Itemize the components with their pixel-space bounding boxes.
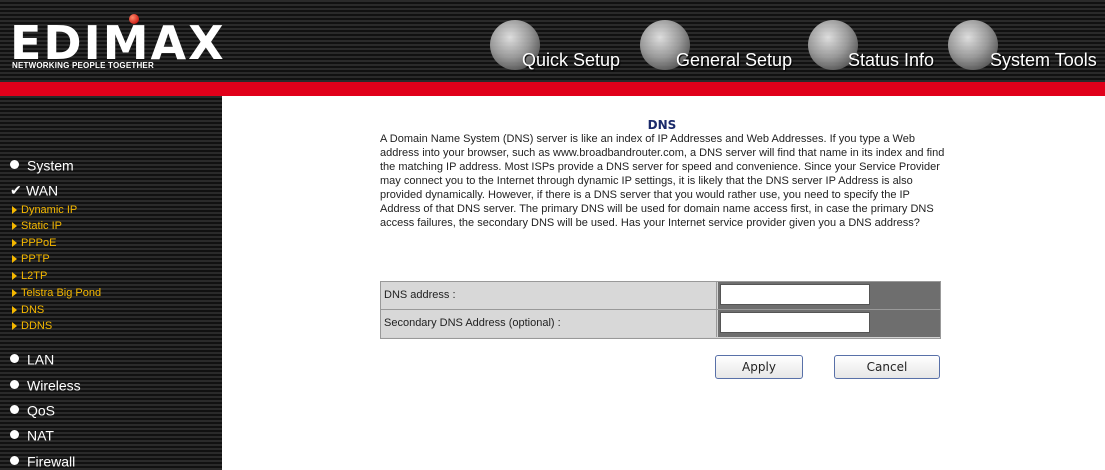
- logo-text: EDIMAX: [10, 16, 226, 70]
- nav-status-info[interactable]: Status Info: [808, 20, 948, 74]
- submenu-item-label: DNS: [21, 304, 45, 316]
- page-description: A Domain Name System (DNS) server is lik…: [380, 133, 945, 229]
- dns-settings-table: DNS address : Secondary DNS Address (opt…: [380, 281, 941, 339]
- arrow-right-icon: [12, 289, 17, 298]
- logo-dot-icon: [129, 14, 139, 24]
- sidebar: System ✔ WAN Dynamic IP Static IP PPPoE P…: [0, 96, 222, 470]
- secondary-dns-cell: [718, 310, 940, 337]
- arrow-right-icon: [12, 306, 17, 315]
- arrow-right-icon: [12, 322, 17, 331]
- arrow-right-icon: [12, 222, 17, 231]
- nav-general-setup[interactable]: General Setup: [640, 20, 810, 74]
- submenu-item-label: Telstra Big Pond: [21, 287, 102, 299]
- sidebar-item-qos[interactable]: QoS: [10, 401, 55, 418]
- sidebar-item-lan[interactable]: LAN: [10, 350, 54, 367]
- secondary-dns-input[interactable]: [720, 312, 870, 333]
- header-bar: EDIMAX NETWORKING PEOPLE TOGETHER Quick …: [0, 0, 1105, 82]
- dns-address-input[interactable]: [720, 284, 870, 305]
- sidebar-item-system[interactable]: System: [10, 156, 74, 173]
- nav-system-tools[interactable]: System Tools: [948, 20, 1105, 74]
- submenu-item-label: Static IP: [21, 220, 62, 232]
- submenu-item-label: DDNS: [21, 320, 53, 332]
- sidebar-item-label: Firewall: [27, 453, 76, 470]
- page-title: DNS: [647, 118, 677, 132]
- table-row: Secondary DNS Address (optional) :: [381, 310, 940, 337]
- submenu-item-label: Dynamic IP: [21, 204, 78, 216]
- top-nav: Quick Setup General Setup Status Info Sy…: [490, 20, 1105, 74]
- nav-status-info-label: Status Info: [848, 50, 935, 70]
- sidebar-item-label: Wireless: [27, 377, 81, 394]
- nav-quick-setup[interactable]: Quick Setup: [490, 20, 630, 74]
- submenu-item-static-ip[interactable]: Static IP: [12, 220, 62, 232]
- submenu-item-l2tp[interactable]: L2TP: [12, 270, 47, 282]
- sidebar-item-firewall[interactable]: Firewall: [10, 452, 75, 469]
- submenu-item-pptp[interactable]: PPTP: [12, 253, 50, 265]
- cancel-button[interactable]: Cancel: [834, 355, 940, 379]
- arrow-right-icon: [12, 272, 17, 281]
- sidebar-item-label: QoS: [27, 402, 56, 419]
- sidebar-item-label: WAN: [26, 182, 59, 199]
- logo-tagline: NETWORKING PEOPLE TOGETHER: [12, 61, 154, 70]
- bullet-icon: [10, 455, 19, 465]
- submenu-item-pppoe[interactable]: PPPoE: [12, 237, 56, 249]
- dns-address-cell: [718, 282, 940, 309]
- nav-general-setup-label: General Setup: [676, 50, 793, 70]
- bullet-icon: [10, 353, 19, 363]
- submenu-item-label: PPPoE: [21, 237, 57, 249]
- bullet-icon: [10, 429, 19, 439]
- table-row: DNS address :: [381, 282, 940, 310]
- checkmark-icon: ✔: [10, 181, 22, 198]
- submenu-item-ddns[interactable]: DDNS: [12, 320, 52, 332]
- main-content: DNS A Domain Name System (DNS) server is…: [222, 96, 1105, 470]
- submenu-item-dns[interactable]: DNS: [12, 304, 44, 316]
- sidebar-item-label: System: [27, 157, 74, 174]
- sidebar-item-nat[interactable]: NAT: [10, 426, 54, 443]
- bullet-icon: [10, 159, 19, 169]
- sidebar-item-label: NAT: [27, 427, 54, 444]
- arrow-right-icon: [12, 239, 17, 248]
- bullet-icon: [10, 379, 19, 389]
- apply-button[interactable]: Apply: [715, 355, 803, 379]
- secondary-dns-label: Secondary DNS Address (optional) :: [381, 310, 717, 337]
- submenu-item-label: PPTP: [21, 253, 50, 265]
- edimax-logo[interactable]: EDIMAX NETWORKING PEOPLE TOGETHER: [10, 14, 224, 70]
- nav-quick-setup-label: Quick Setup: [522, 50, 621, 70]
- dns-address-label: DNS address :: [381, 282, 717, 309]
- nav-system-tools-label: System Tools: [990, 50, 1097, 70]
- bullet-icon: [10, 404, 19, 414]
- submenu-item-dynamic-ip[interactable]: Dynamic IP: [12, 204, 77, 216]
- submenu-item-telstra-big-pond[interactable]: Telstra Big Pond: [12, 287, 101, 299]
- sidebar-item-label: LAN: [27, 351, 55, 368]
- header-divider: [0, 82, 1105, 96]
- sidebar-item-wireless[interactable]: Wireless: [10, 376, 81, 393]
- arrow-right-icon: [12, 255, 17, 264]
- arrow-right-icon: [12, 206, 17, 215]
- sidebar-item-wan[interactable]: ✔ WAN: [10, 181, 58, 199]
- submenu-item-label: L2TP: [21, 270, 48, 282]
